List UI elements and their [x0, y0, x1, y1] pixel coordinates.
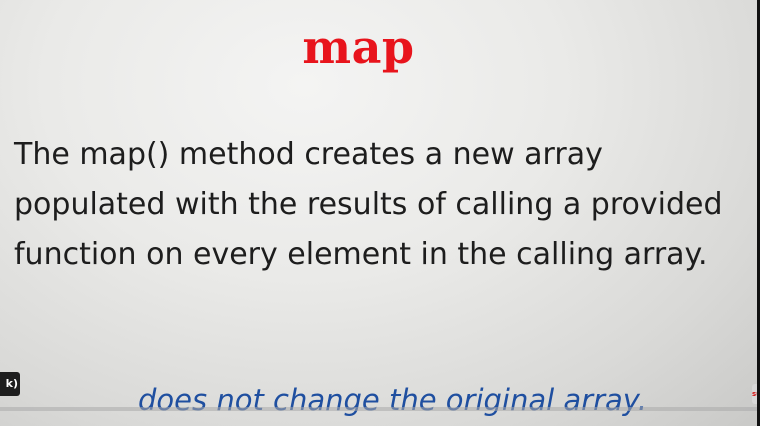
player-overlay-button[interactable]: k)	[0, 372, 20, 396]
slide-title: map	[302, 20, 415, 74]
description-line: populated with the results of calling a …	[14, 187, 723, 222]
video-frame[interactable]: map The map() method creates a new array…	[0, 0, 760, 426]
slide-description: The map() method creates a new array pop…	[14, 130, 756, 280]
progress-bar[interactable]	[0, 407, 757, 411]
description-line: function on every element in the calling…	[14, 237, 708, 272]
slide-note: does not change the original array.	[138, 383, 647, 417]
description-line: The map() method creates a new array	[14, 137, 603, 172]
